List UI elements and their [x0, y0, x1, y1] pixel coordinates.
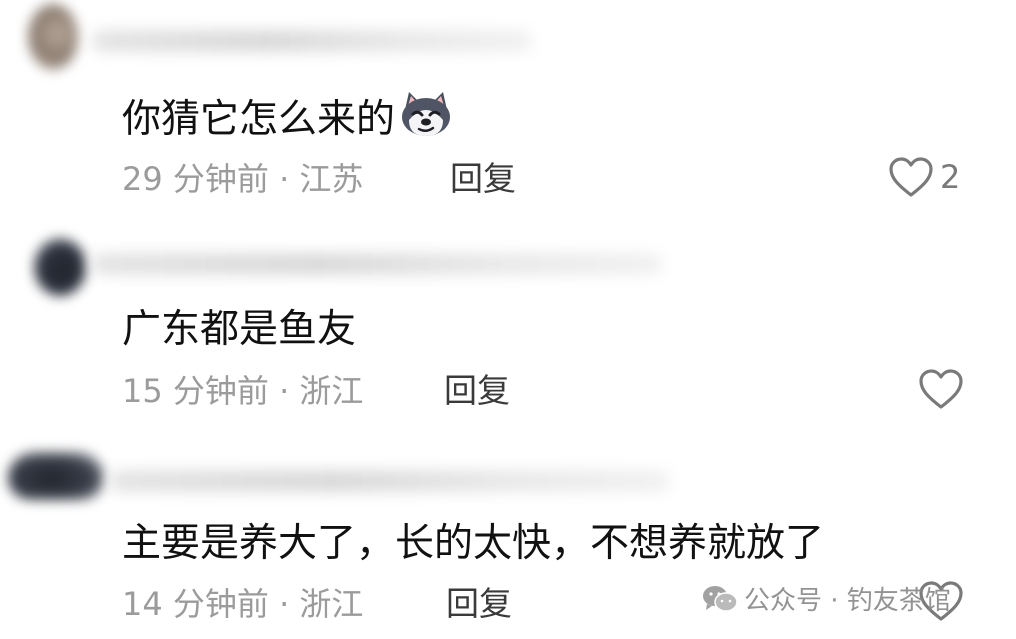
comment-item: 你猜它怎么来的 29 分钟前 · 江苏 回复 2: [0, 0, 1016, 215]
meta-separator: ·: [279, 160, 290, 198]
like-button[interactable]: 2: [888, 156, 960, 198]
username-blurred[interactable]: [92, 253, 662, 275]
username-blurred[interactable]: [110, 470, 670, 492]
comment-location: 浙江: [299, 372, 364, 410]
reply-button[interactable]: 回复: [446, 587, 512, 620]
comment-text: 主要是养大了，长的太快，不想养就放了: [122, 521, 825, 566]
comment-meta: 15 分钟前 · 浙江: [122, 375, 363, 407]
husky-dog-emoji-icon: [399, 90, 453, 145]
comment-text: 你猜它怎么来的: [122, 92, 453, 149]
heart-icon: [919, 369, 963, 409]
meta-separator: ·: [279, 585, 290, 623]
comment-text-content: 你猜它怎么来的: [122, 97, 396, 142]
comment-meta: 29 分钟前 · 江苏: [122, 163, 363, 195]
meta-separator: ·: [279, 372, 290, 410]
wechat-icon: [703, 585, 738, 612]
heart-icon: [889, 157, 933, 197]
watermark-text: 公众号 · 钓友茶馆: [744, 586, 951, 616]
comment-location: 浙江: [299, 585, 364, 623]
comment-time: 29 分钟前: [122, 160, 269, 198]
comment-text: 广东都是鱼友: [122, 307, 357, 352]
comment-time: 14 分钟前: [122, 585, 269, 623]
reply-button[interactable]: 回复: [444, 374, 510, 407]
comment-time: 15 分钟前: [122, 372, 269, 410]
avatar[interactable]: [28, 4, 78, 70]
avatar[interactable]: [8, 452, 104, 500]
comment-location: 江苏: [299, 160, 364, 198]
comment-page: 你猜它怎么来的 29 分钟前 · 江苏 回复 2 广东都是鱼友 15 分钟前 ·…: [0, 0, 1016, 639]
comment-meta: 14 分钟前 · 浙江: [122, 588, 363, 620]
reply-button[interactable]: 回复: [450, 162, 516, 195]
like-button[interactable]: [918, 368, 970, 410]
watermark: 公众号 · 钓友茶馆: [702, 580, 951, 617]
like-count: 2: [940, 158, 961, 196]
avatar[interactable]: [34, 238, 86, 296]
username-blurred[interactable]: [92, 30, 532, 52]
